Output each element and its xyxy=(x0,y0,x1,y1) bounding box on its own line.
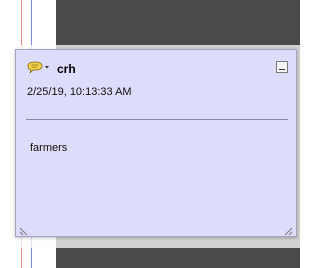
comment-author: crh xyxy=(57,62,76,76)
comment-popup[interactable]: crh 2/25/19, 10:13:33 AM farmers xyxy=(15,49,297,237)
minimize-button[interactable] xyxy=(276,61,288,73)
comment-timestamp: 2/25/19, 10:13:33 AM xyxy=(27,86,132,98)
comment-bubble-icon[interactable] xyxy=(26,61,52,79)
comment-text[interactable]: farmers xyxy=(30,142,67,154)
resize-handle-right-icon[interactable] xyxy=(283,223,293,236)
resize-handle-left-icon[interactable] xyxy=(19,223,29,236)
header-divider xyxy=(26,119,288,120)
page-canvas: crh 2/25/19, 10:13:33 AM farmers xyxy=(0,0,300,268)
